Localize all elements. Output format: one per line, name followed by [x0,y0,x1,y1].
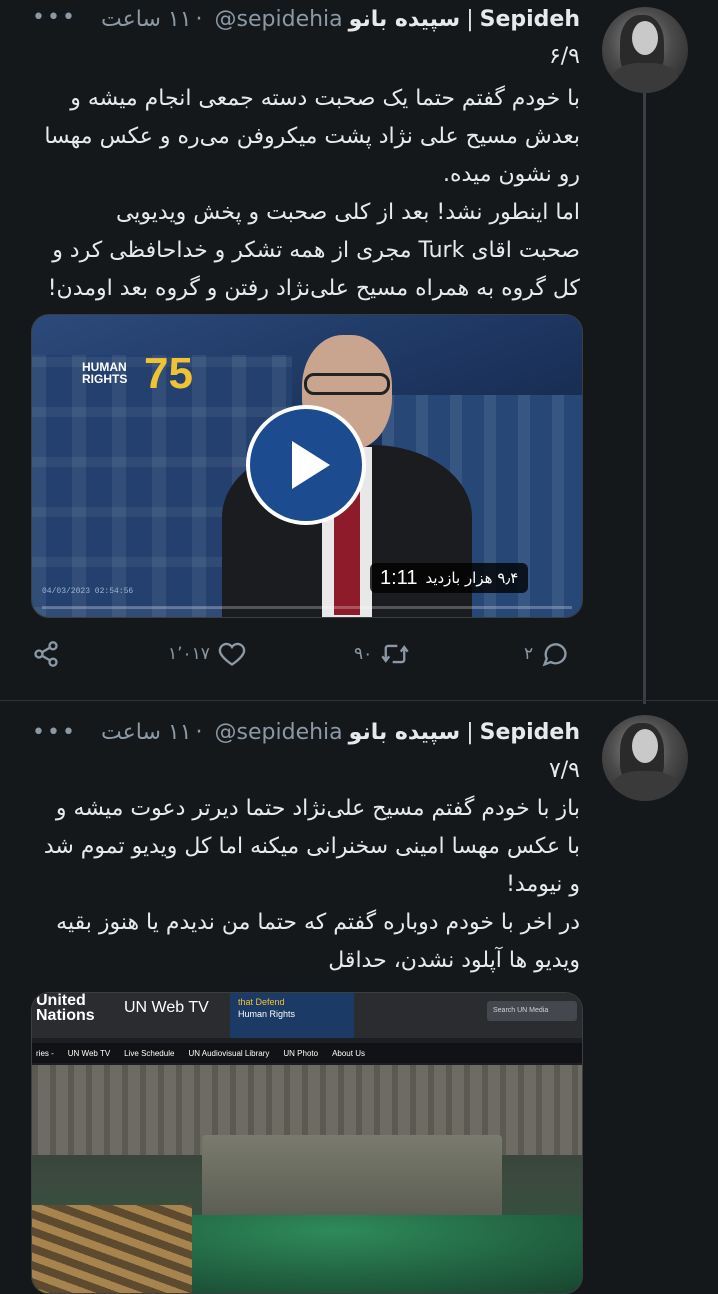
tweet-time: ۱۱ ساعت [101,6,192,32]
like-button[interactable]: ۱٬۰۱۷ [168,640,246,668]
tweet-line: صحبت اقای Turk مجری از همه تشکر و خداحاف… [52,238,580,263]
human-rights-75-logo: HUMAN RIGHTS 75 [82,349,193,398]
tweet-line: رو نشون میده. [443,162,580,187]
avatar[interactable] [602,715,688,801]
play-button[interactable] [246,405,366,525]
un-nav-item: UN Photo [283,1048,319,1058]
name-separator: | [466,6,474,32]
video-timecode: 04/03/2023 02:54:56 [42,587,134,596]
video-views: ۹٫۴ هزار بازدید [425,569,519,587]
tweet-header: ۱۱ ساعت · @sepidehia سپیده بانو | Sepide… [101,2,580,36]
more-options-icon[interactable]: ••• [32,5,77,30]
user-handle[interactable]: @sepidehia [215,720,343,745]
reply-icon [542,643,567,667]
un-banner: that Defend Human Rights [230,993,354,1038]
tweet-actions: ۱٬۰۱۷ ۹۰ ۲ [32,640,582,674]
video-info-overlay: 1:11 ۹٫۴ هزار بازدید [370,563,529,593]
tweet-header: ۱۱ ساعت · @sepidehia سپیده بانو | Sepide… [101,715,580,749]
share-icon [34,641,58,667]
name-separator: | [466,719,474,745]
thread-counter: ۷/۹ [548,758,580,783]
tweet-text: با خودم گفتم حتما یک صحبت دسته جمعی انجا… [20,80,580,308]
un-nav-item: Live Schedule [124,1048,175,1058]
un-nav-item: UN Web TV [67,1048,111,1058]
retweet-icon [381,644,409,664]
un-search-box: Search UN Media [487,1001,577,1021]
tweet-line: در اخر با خودم دوباره گفتم که حتما من ند… [56,910,580,935]
retweet-count: ۹۰ [354,644,373,664]
video-duration: 1:11 [380,566,418,589]
video-player[interactable]: HUMAN RIGHTS 75 1:11 ۹٫۴ هزار بازدید 04/… [31,314,583,618]
tweet-line: بعدش مسیح علی نژاد پشت میکروفن می‌ره و ع… [44,124,580,149]
reply-button[interactable]: ۲ [524,640,569,668]
display-name-persian[interactable]: سپیده بانو [349,7,461,32]
un-nav-bar: ries - UN Web TV Live Schedule UN Audiov… [32,1043,582,1063]
more-options-icon[interactable]: ••• [32,720,77,745]
tweet-line: باز با خودم گفتم مسیح علی‌نژاد حتما دیرت… [55,796,580,821]
tweet-line: ویدیو ها آپلود نشدن، حداقل [328,948,580,973]
tweet-divider [0,700,718,701]
avatar[interactable] [602,7,688,93]
dot-separator: · [195,719,203,745]
user-handle[interactable]: @sepidehia [215,7,343,32]
tweet-line: و نیومد! [506,872,580,897]
un-webtv-label: UN Web TV [124,999,209,1016]
un-general-assembly-hall [32,1065,582,1293]
un-header: United Nations UN Web TV that Defend Hum… [32,993,582,1038]
un-nav-item: About Us [332,1048,365,1058]
tweet-text: باز با خودم گفتم مسیح علی‌نژاد حتما دیرت… [20,790,580,980]
un-logo: United Nations [36,992,95,1024]
display-name-persian[interactable]: سپیده بانو [349,720,461,745]
share-button[interactable] [32,640,60,668]
thread-connector-line [643,92,646,704]
display-name[interactable]: Sepideh [480,7,580,32]
video-progress-bar[interactable] [42,606,572,609]
thread-counter: ۶/۹ [548,44,580,69]
display-name[interactable]: Sepideh [480,720,580,745]
tweet-image[interactable]: United Nations UN Web TV that Defend Hum… [31,992,583,1294]
tweet-line: با عکس مهسا امینی سخنرانی میکنه اما کل و… [43,834,580,859]
tweet-line: کل گروه به همراه مسیح علی‌نژاد رفتن و گر… [47,276,580,301]
un-nav-item: UN Audiovisual Library [188,1048,270,1058]
tweet-time: ۱۱ ساعت [101,719,192,745]
tweet-line: با خودم گفتم حتما یک صحبت دسته جمعی انجا… [70,86,580,111]
un-nav-item: ries - [36,1048,54,1058]
tweet-line: اما اینطور نشد! بعد از کلی صحبت و پخش وی… [115,200,580,225]
like-count: ۱٬۰۱۷ [168,644,210,664]
play-icon [292,441,330,489]
dot-separator: · [195,6,203,32]
heart-icon [218,642,246,666]
retweet-button[interactable]: ۹۰ [354,640,410,668]
reply-count: ۲ [524,644,534,664]
